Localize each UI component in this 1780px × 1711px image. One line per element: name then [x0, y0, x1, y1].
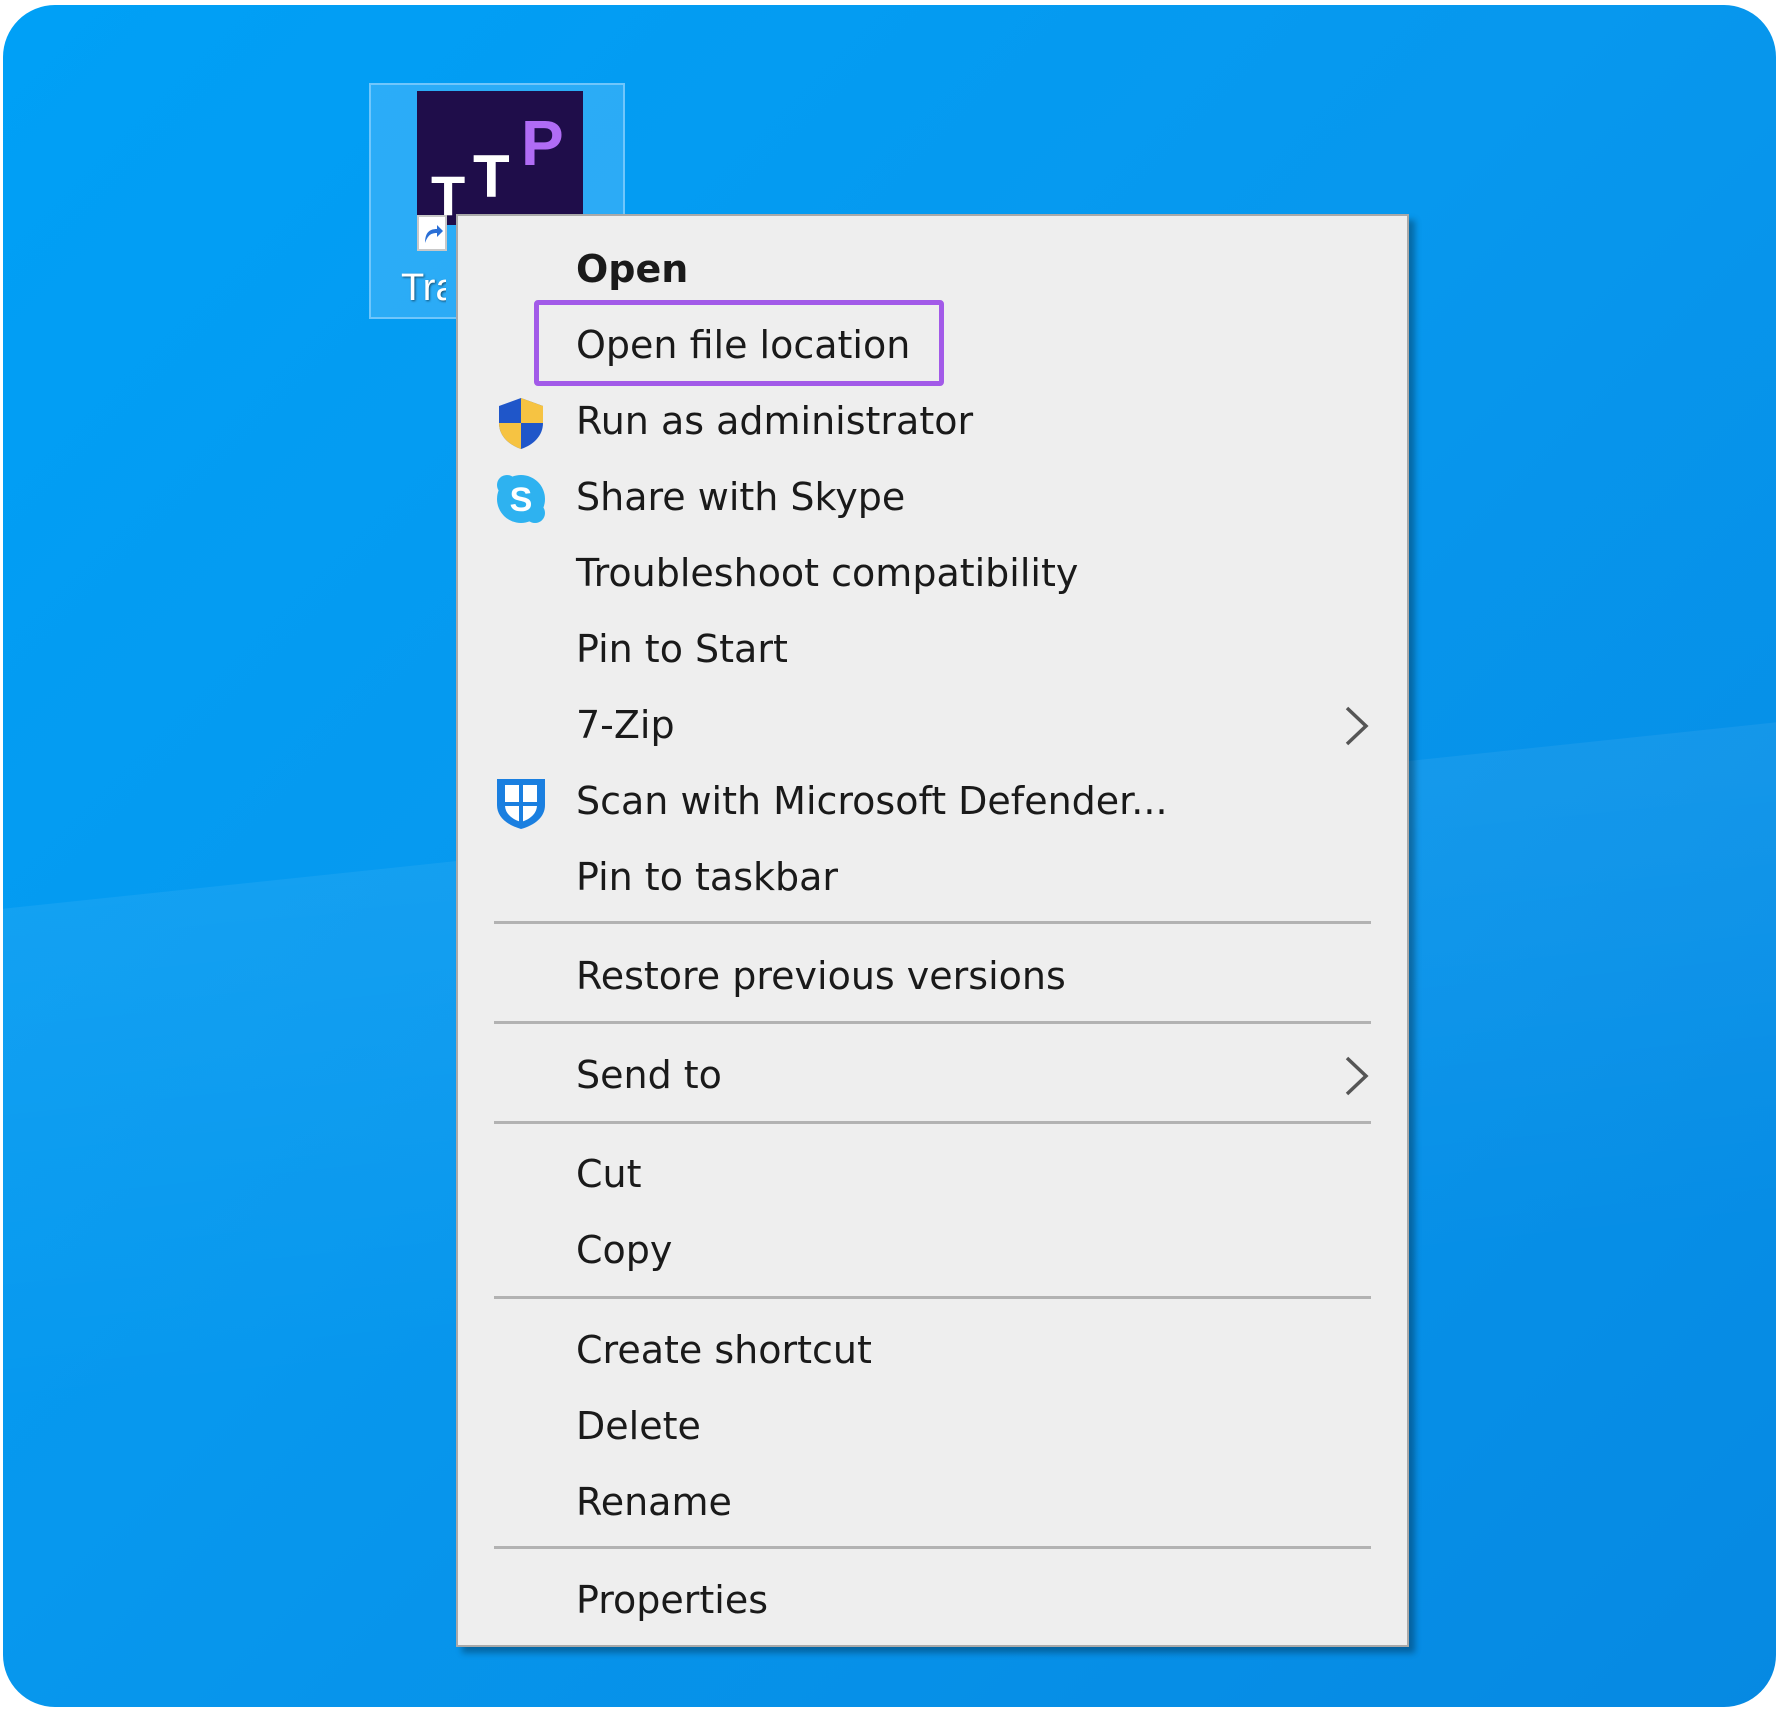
desktop-background: T T P Tra Open Open file location	[3, 5, 1776, 1707]
logo-letter-t2: T	[473, 143, 510, 210]
menu-item-delete[interactable]: Delete	[458, 1388, 1407, 1464]
desktop-icon-label: Tra	[401, 267, 446, 309]
menu-item-cut[interactable]: Cut	[458, 1136, 1407, 1212]
skype-icon: S	[493, 471, 549, 527]
menu-item-label: Share with Skype	[576, 475, 906, 519]
menu-separator	[494, 1121, 1371, 1124]
menu-item-label: Rename	[576, 1480, 732, 1524]
defender-shield-icon	[493, 775, 549, 831]
uac-shield-icon	[493, 395, 549, 451]
menu-item-label: Pin to Start	[576, 627, 788, 671]
menu-item-label: Restore previous versions	[576, 954, 1066, 998]
svg-text:S: S	[510, 481, 533, 519]
menu-item-pin-to-taskbar[interactable]: Pin to taskbar	[458, 839, 1407, 915]
menu-item-label: Cut	[576, 1152, 642, 1196]
menu-item-scan-with-microsoft-defender[interactable]: Scan with Microsoft Defender...	[458, 763, 1407, 839]
menu-separator	[494, 921, 1371, 924]
menu-item-properties[interactable]: Properties	[458, 1562, 1407, 1638]
menu-item-label: Delete	[576, 1404, 701, 1448]
menu-item-pin-to-start[interactable]: Pin to Start	[458, 611, 1407, 687]
menu-item-7-zip[interactable]: 7-Zip	[458, 687, 1407, 763]
menu-item-troubleshoot-compatibility[interactable]: Troubleshoot compatibility	[458, 535, 1407, 611]
menu-item-label: Properties	[576, 1578, 769, 1622]
menu-item-label: Scan with Microsoft Defender...	[576, 779, 1168, 823]
menu-item-run-as-administrator[interactable]: Run as administrator	[458, 383, 1407, 459]
menu-item-copy[interactable]: Copy	[458, 1212, 1407, 1288]
menu-item-open[interactable]: Open	[458, 231, 1407, 307]
menu-item-rename[interactable]: Rename	[458, 1464, 1407, 1540]
chevron-right-icon	[1341, 1055, 1371, 1097]
menu-separator	[494, 1296, 1371, 1299]
menu-item-send-to[interactable]: Send to	[458, 1037, 1407, 1113]
menu-item-restore-previous-versions[interactable]: Restore previous versions	[458, 938, 1407, 1014]
context-menu: Open Open file location Run as administr…	[456, 214, 1409, 1647]
menu-item-label: Copy	[576, 1228, 673, 1272]
menu-item-label: Send to	[576, 1053, 722, 1097]
menu-item-label: Open	[576, 247, 689, 291]
menu-item-label: Run as administrator	[576, 399, 974, 443]
menu-item-create-shortcut[interactable]: Create shortcut	[458, 1312, 1407, 1388]
shortcut-arrow-icon	[417, 215, 447, 251]
menu-separator	[494, 1546, 1371, 1549]
menu-item-label: 7-Zip	[576, 703, 675, 747]
menu-item-label: Troubleshoot compatibility	[576, 551, 1079, 595]
chevron-right-icon	[1341, 705, 1371, 747]
logo-letter-p: P	[521, 107, 564, 179]
menu-item-label: Pin to taskbar	[576, 855, 839, 899]
highlight-box	[534, 300, 944, 386]
menu-separator	[494, 1021, 1371, 1024]
menu-item-label: Create shortcut	[576, 1328, 872, 1372]
app-logo-icon: T T P	[417, 91, 583, 225]
menu-item-share-with-skype[interactable]: S Share with Skype	[458, 459, 1407, 535]
